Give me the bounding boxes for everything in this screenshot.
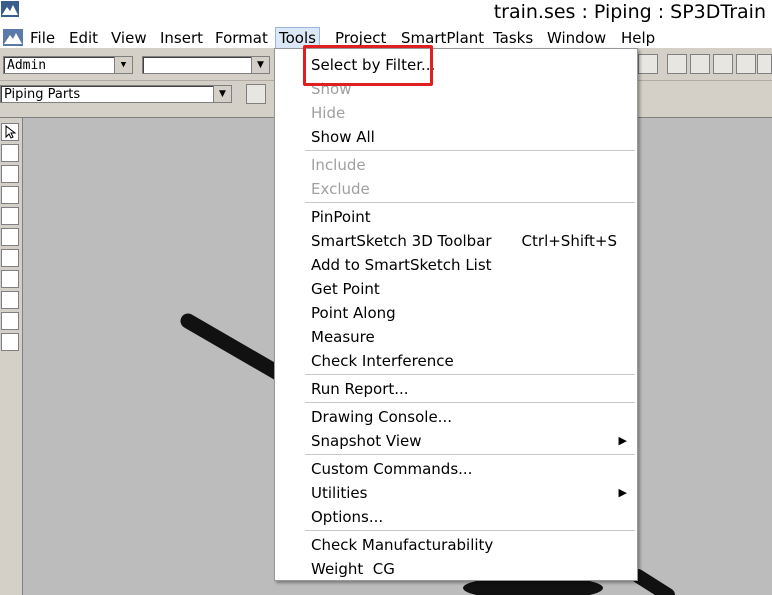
menu-item-run-report[interactable]: Run Report... xyxy=(311,377,409,401)
insert-component-icon[interactable] xyxy=(1,165,19,183)
menu-item-snapshot-view[interactable]: Snapshot View xyxy=(311,429,422,453)
permission-group-value: Admin xyxy=(7,58,47,73)
menu-file[interactable]: File xyxy=(27,28,58,48)
menu-separator xyxy=(305,454,635,455)
menu-view[interactable]: View xyxy=(108,28,150,48)
route-pipe-icon[interactable] xyxy=(1,144,19,162)
submenu-arrow-icon: ▶ xyxy=(618,486,627,499)
menu-item-smartsketch-toolbar[interactable]: SmartSketch 3D Toolbar xyxy=(311,229,492,253)
insert-instrument-icon[interactable] xyxy=(1,291,19,309)
left-vertical-toolbar xyxy=(0,118,23,595)
highlight-annotation-box xyxy=(303,45,433,86)
menu-item-exclude: Exclude xyxy=(311,180,370,198)
menu-separator xyxy=(305,374,635,375)
insert-support-icon[interactable] xyxy=(1,228,19,246)
menu-format[interactable]: Format xyxy=(212,28,271,48)
menu-item-point-along[interactable]: Point Along xyxy=(311,301,396,325)
menu-item-drawing-console[interactable]: Drawing Console... xyxy=(311,405,452,429)
menu-item-custom-commands[interactable]: Custom Commands... xyxy=(311,457,472,481)
locate-filter-value: Piping Parts xyxy=(4,87,81,102)
insert-split-icon[interactable] xyxy=(1,270,19,288)
locate-filter-combo[interactable]: Piping Parts ▼ xyxy=(0,85,232,103)
paste-tool-icon[interactable] xyxy=(713,54,733,74)
menu-item-include: Include xyxy=(311,156,366,174)
refresh-tool-icon[interactable] xyxy=(736,54,756,74)
pencil-tool-icon[interactable] xyxy=(638,54,658,74)
insert-tap-icon[interactable] xyxy=(1,207,19,225)
menu-edit[interactable]: Edit xyxy=(66,28,101,48)
menu-item-pinpoint[interactable]: PinPoint xyxy=(311,205,371,229)
menu-separator xyxy=(305,530,635,531)
menu-item-show-all[interactable]: Show All xyxy=(311,125,375,149)
copy-tool-icon[interactable] xyxy=(690,54,710,74)
menu-item-hide: Hide xyxy=(311,104,346,122)
window-title: train.ses : Piping : SP3DTrain xyxy=(493,1,766,23)
menu-help[interactable]: Help xyxy=(618,28,658,48)
permission-group-combo[interactable]: Admin ▼ xyxy=(3,56,133,74)
app-icon xyxy=(1,1,19,17)
menu-item-measure[interactable]: Measure xyxy=(311,325,375,349)
submenu-arrow-icon: ▶ xyxy=(618,434,627,447)
smartsketch-shortcut: Ctrl+Shift+S xyxy=(521,232,617,250)
active-permission-combo[interactable]: ▼ xyxy=(142,56,270,74)
menu-window[interactable]: Window xyxy=(544,28,609,48)
insert-feature-icon[interactable] xyxy=(1,249,19,267)
chevron-down-icon[interactable]: ▼ xyxy=(114,57,132,73)
filter-properties-icon[interactable] xyxy=(246,84,266,104)
select-arrow-icon[interactable] xyxy=(1,123,19,141)
menu-item-options[interactable]: Options... xyxy=(311,505,383,529)
menu-separator xyxy=(305,202,635,203)
chevron-down-icon[interactable]: ▼ xyxy=(213,86,231,102)
insert-dimension-icon[interactable] xyxy=(1,333,19,351)
menu-item-weight-cg[interactable]: Weight CG xyxy=(311,557,395,581)
menu-separator xyxy=(305,150,635,151)
chevron-down-icon[interactable]: ▼ xyxy=(251,57,269,73)
tools-menu-dropdown: Select by Filter... Show Hide Show All I… xyxy=(274,48,638,581)
cubes-tool-icon[interactable] xyxy=(667,54,687,74)
connect-icon[interactable] xyxy=(1,312,19,330)
insert-specialty-icon[interactable] xyxy=(1,186,19,204)
menu-insert[interactable]: Insert xyxy=(157,28,206,48)
menu-separator xyxy=(305,402,635,403)
print-tool-icon[interactable] xyxy=(757,54,772,74)
title-bar: train.ses : Piping : SP3DTrain xyxy=(0,0,772,26)
menu-tasks[interactable]: Tasks xyxy=(490,28,536,48)
menu-item-get-point[interactable]: Get Point xyxy=(311,277,380,301)
menu-item-check-interference[interactable]: Check Interference xyxy=(311,349,454,373)
document-icon[interactable] xyxy=(3,29,23,46)
menu-item-add-to-smartsketch-list[interactable]: Add to SmartSketch List xyxy=(311,253,492,277)
menu-item-utilities[interactable]: Utilities xyxy=(311,481,367,505)
menu-item-check-manufacturability[interactable]: Check Manufacturability xyxy=(311,533,493,557)
